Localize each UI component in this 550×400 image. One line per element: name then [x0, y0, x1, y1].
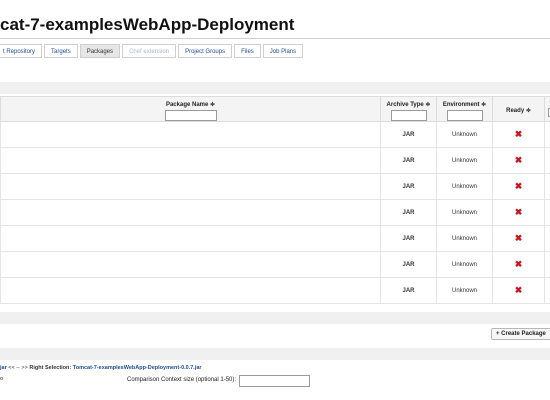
tab-project-groups[interactable]: Project Groups [178, 44, 233, 58]
title-divider [0, 38, 550, 39]
page-title: cat-7-examplesWebApp-Deployment [0, 15, 295, 34]
tab-job-plans[interactable]: Job Plans [262, 44, 304, 58]
right-selection-label: Right Selection: [29, 365, 72, 371]
ready-cell: ✖ [492, 173, 545, 200]
left-selection-value[interactable]: jar [0, 365, 7, 371]
x-icon: ✖ [514, 129, 523, 139]
extra-cell [544, 199, 550, 226]
column-title: Ready ≑ [506, 108, 531, 114]
archive-type-cell: JAR [380, 199, 437, 226]
ready-cell: ✖ [492, 121, 545, 148]
environment-cell: Unknown [436, 121, 493, 148]
column-header-ready[interactable]: Ready ≑ [492, 96, 545, 122]
table-row[interactable]: JAR Unknown ✖ [0, 199, 550, 226]
environment-cell: Unknown [436, 173, 493, 200]
extra-cell [544, 225, 550, 252]
environment-cell: Unknown [436, 225, 493, 252]
environment-cell: Unknown [436, 147, 493, 174]
table-toolbar [0, 82, 550, 94]
package-name-cell[interactable] [0, 199, 381, 226]
compare-option-fragment: o [0, 376, 4, 382]
table-row[interactable]: JAR Unknown ✖ [0, 277, 550, 304]
table-footer-bar [0, 312, 550, 324]
package-name-cell[interactable] [0, 121, 381, 148]
archive-type-cell: JAR [380, 121, 437, 148]
environment-cell: Unknown [436, 199, 493, 226]
table-row[interactable]: JAR Unknown ✖ [0, 225, 550, 252]
column-header-environment[interactable]: Environment ≑ [436, 96, 493, 122]
ready-cell: ✖ [492, 199, 545, 226]
tab-targets[interactable]: Targets [44, 44, 78, 58]
extra-cell [544, 147, 550, 174]
extra-cell [544, 173, 550, 200]
environment-filter[interactable] [446, 110, 483, 121]
package-name-cell[interactable] [0, 225, 381, 252]
archive-type-cell: JAR [380, 251, 437, 278]
tab-repository[interactable]: t Repository [0, 44, 43, 58]
table-row[interactable]: JAR Unknown ✖ [0, 121, 550, 148]
column-title: Archive Type ≑ [386, 102, 431, 108]
environment-cell: Unknown [436, 251, 493, 278]
tab-files[interactable]: Files [234, 44, 261, 58]
archive-type-cell: JAR [380, 147, 437, 174]
archive-type-cell: JAR [380, 173, 437, 200]
environment-cell: Unknown [436, 277, 493, 304]
ready-cell: ✖ [492, 277, 545, 304]
tab-packages[interactable]: Packages [79, 44, 121, 58]
table-row[interactable]: JAR Unknown ✖ [0, 147, 550, 174]
x-icon: ✖ [514, 285, 523, 295]
extra-cell [544, 277, 550, 304]
comparison-context-label: Comparison Context size (optional 1-50): [127, 377, 237, 383]
tab-chef-extension: Chef extension [122, 44, 177, 58]
archive-type-cell: JAR [380, 225, 437, 252]
comparison-context-input[interactable] [239, 375, 310, 387]
package-name-cell[interactable] [0, 147, 381, 174]
column-title: Package Name ≑ [165, 102, 216, 108]
ready-cell: ✖ [492, 147, 545, 174]
x-icon: ✖ [514, 181, 523, 191]
archive-type-filter[interactable] [390, 110, 427, 121]
compare-section-bar [0, 348, 550, 360]
column-header-extra [544, 96, 550, 122]
extra-cell [544, 121, 550, 148]
package-name-cell[interactable] [0, 173, 381, 200]
package-name-cell[interactable] [0, 277, 381, 304]
package-name-filter[interactable] [164, 110, 217, 121]
column-header-package-name[interactable]: Package Name ≑ [0, 96, 381, 122]
column-title: Environment ≑ [442, 102, 487, 108]
column-header-archive-type[interactable]: Archive Type ≑ [380, 96, 437, 122]
x-icon: ✖ [514, 207, 523, 217]
tab-bar: t Repository Targets Packages Chef exten… [0, 44, 305, 58]
table-header-row: Package Name ≑ Archive Type ≑ Environmen… [0, 96, 550, 122]
x-icon: ✖ [514, 155, 523, 165]
ready-cell: ✖ [492, 225, 545, 252]
x-icon: ✖ [514, 259, 523, 269]
create-package-button[interactable]: + Create Package [491, 328, 550, 340]
table-row[interactable]: JAR Unknown ✖ [0, 251, 550, 278]
x-icon: ✖ [514, 233, 523, 243]
comparison-selection-line: jar << -- >> Right Selection: Tomcat-7-e… [0, 365, 202, 371]
table-row[interactable]: JAR Unknown ✖ [0, 173, 550, 200]
package-name-cell[interactable] [0, 251, 381, 278]
right-selection-value[interactable]: Tomcat-7-examplesWebApp-Deployment-0.0.7… [73, 365, 202, 371]
ready-cell: ✖ [492, 251, 545, 278]
extra-cell [544, 251, 550, 278]
packages-table: Package Name ≑ Archive Type ≑ Environmen… [0, 96, 550, 304]
archive-type-cell: JAR [380, 277, 437, 304]
selection-arrows: << -- >> [8, 365, 28, 371]
